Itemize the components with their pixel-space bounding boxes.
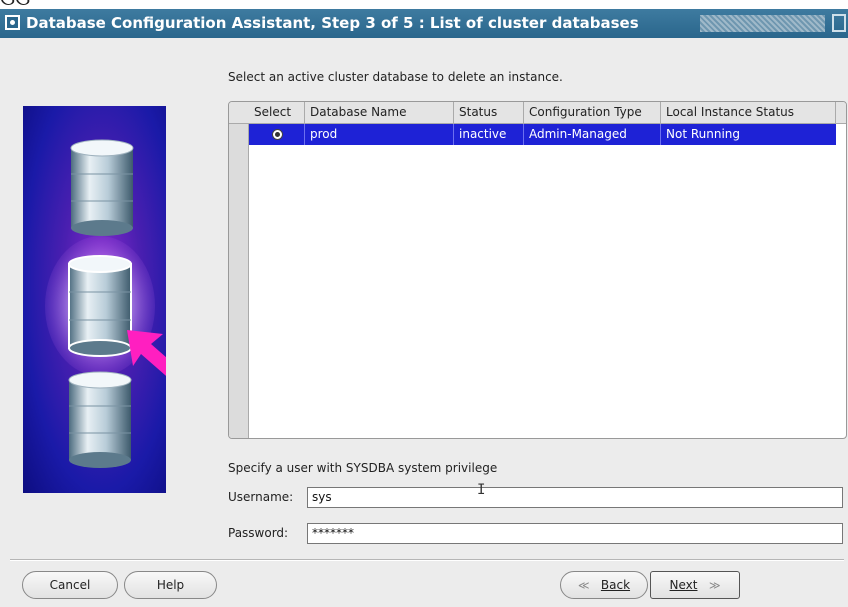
- column-header-database-name[interactable]: Database Name: [305, 102, 454, 123]
- column-header-local-instance-status[interactable]: Local Instance Status: [661, 102, 836, 123]
- password-label: Password:: [228, 526, 289, 540]
- back-button[interactable]: ≪ Back: [560, 571, 648, 599]
- row-header-column: [229, 102, 249, 438]
- back-button-label: Back: [600, 578, 631, 592]
- database-cylinders-illustration: [45, 139, 166, 468]
- next-button-label: Next: [669, 578, 698, 592]
- help-button-label: Help: [156, 578, 185, 592]
- text-cursor-icon: I: [477, 482, 486, 498]
- cluster-database-table[interactable]: Select Database Name Status Configuratio…: [228, 101, 847, 439]
- instruction-text: Select an active cluster database to del…: [228, 70, 563, 84]
- double-chevron-right-icon: ≫: [708, 579, 721, 592]
- next-button[interactable]: Next ≫: [650, 571, 740, 599]
- column-header-select[interactable]: Select: [249, 102, 305, 123]
- wizard-illustration: [23, 106, 166, 493]
- cancel-button-label: Cancel: [49, 578, 91, 592]
- help-button[interactable]: Help: [124, 571, 217, 599]
- database-name-cell: prod: [305, 124, 454, 145]
- password-input[interactable]: *******: [307, 523, 843, 544]
- column-header-status[interactable]: Status: [454, 102, 524, 123]
- local-instance-status-cell: Not Running: [666, 127, 741, 141]
- dialog-content: Select an active cluster database to del…: [0, 38, 848, 607]
- window-titlebar[interactable]: Database Configuration Assistant, Step 3…: [0, 9, 848, 38]
- button-divider: [10, 559, 844, 561]
- select-radio-button[interactable]: [272, 129, 283, 140]
- double-chevron-left-icon: ≪: [577, 579, 590, 592]
- database-cylinder-bottom-icon: [68, 371, 132, 468]
- configuration-type-cell: Admin-Managed: [524, 124, 661, 145]
- cancel-button[interactable]: Cancel: [22, 571, 118, 599]
- pointer-arrow-icon: [127, 330, 166, 376]
- status-cell: inactive: [454, 124, 524, 145]
- table-header: Select Database Name Status Configuratio…: [229, 102, 846, 124]
- maximize-icon[interactable]: [832, 14, 846, 32]
- username-label: Username:: [228, 490, 294, 504]
- username-input[interactable]: sys: [307, 487, 843, 508]
- column-header-configuration-type[interactable]: Configuration Type: [524, 102, 661, 123]
- titlebar-drag-area[interactable]: [700, 15, 825, 32]
- window-menu-icon[interactable]: [5, 15, 20, 30]
- window-title: Database Configuration Assistant, Step 3…: [26, 14, 639, 32]
- credentials-section-label: Specify a user with SYSDBA system privil…: [228, 461, 498, 475]
- table-row[interactable]: prod inactive Admin-Managed Not Running: [249, 124, 836, 145]
- database-cylinder-top-icon: [70, 139, 134, 236]
